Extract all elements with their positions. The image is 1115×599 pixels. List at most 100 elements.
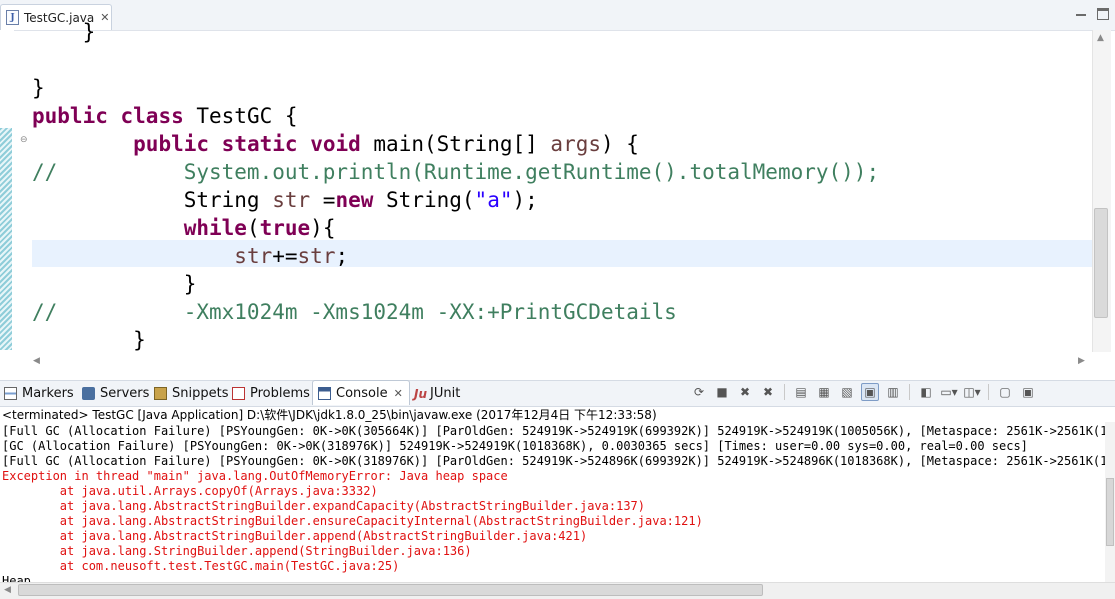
terminate-icon[interactable]: ■ — [713, 383, 731, 401]
remove-launches-icon[interactable]: ⟳ — [690, 383, 708, 401]
code-token: // System.out.println(Runtime.getRuntime… — [32, 160, 880, 184]
console-error-line: at java.lang.StringBuilder.append(String… — [2, 544, 472, 558]
code-line[interactable] — [32, 46, 879, 74]
code-token: ){ — [310, 216, 336, 240]
console-output[interactable]: [Full GC (Allocation Failure) [PSYoungGe… — [2, 424, 1105, 589]
code-line[interactable]: while(true){ — [32, 214, 879, 242]
code-line[interactable]: public static void main(String[] args) { — [32, 130, 879, 158]
tab-problems[interactable]: Problems — [232, 381, 310, 406]
code-token: true — [259, 216, 311, 240]
code-token: += — [272, 244, 298, 268]
remove-launch-icon[interactable]: ✖ — [736, 383, 754, 401]
java-file-icon: J — [6, 10, 19, 25]
scroll-lock-icon[interactable]: ▤ — [792, 383, 810, 401]
console-error-line: at java.lang.AbstractStringBuilder.ensur… — [2, 514, 703, 528]
code-token: public — [133, 132, 210, 156]
code-token: "a" — [474, 188, 513, 212]
scroll-up-icon[interactable]: ▲ — [1097, 33, 1104, 43]
remove-all-terminated-icon[interactable]: ✖ — [759, 383, 777, 401]
tab-console[interactable]: Console ✕ — [312, 380, 410, 405]
change-marker-stripe — [0, 128, 12, 350]
code-token: } — [32, 76, 45, 100]
maximize-icon[interactable]: ▣ — [1019, 383, 1037, 401]
editor-horizontal-scrollbar[interactable] — [30, 352, 1092, 372]
console-output-line: [GC (Allocation Failure) [PSYoungGen: 0K… — [2, 439, 1028, 453]
code-token: static — [221, 132, 298, 156]
console-error-line: at com.neusoft.test.TestGC.main(TestGC.j… — [2, 559, 400, 573]
open-console-icon[interactable]: ◫▾ — [963, 383, 981, 401]
toolbar-separator — [909, 384, 910, 400]
console-scroll-thumb[interactable] — [1106, 478, 1114, 546]
minimize-icon[interactable]: ▢ — [996, 383, 1014, 401]
code-token: ); — [512, 188, 538, 212]
code-token: str — [272, 188, 311, 212]
code-token: TestGC { — [183, 104, 298, 128]
code-token: ; — [335, 244, 349, 268]
code-token: new — [335, 188, 374, 212]
console-launch-status: <terminated> TestGC [Java Application] D… — [2, 408, 657, 422]
maximize-icon[interactable] — [1097, 8, 1109, 20]
fold-collapse-icon[interactable]: ⊖ — [20, 135, 28, 145]
code-token: String( — [373, 188, 475, 212]
word-wrap-icon[interactable]: ▦ — [815, 383, 833, 401]
code-token: while — [183, 216, 247, 240]
minimize-icon[interactable] — [1075, 8, 1087, 20]
pin-console-icon[interactable]: ◧ — [917, 383, 935, 401]
code-token: args — [550, 132, 601, 156]
problems-icon — [232, 387, 245, 400]
code-editor[interactable]: }} public class TestGC { public static vo… — [32, 18, 879, 354]
console-error-line: Exception in thread "main" java.lang.Out… — [2, 469, 508, 483]
editor-window-controls — [1075, 8, 1109, 20]
console-error-line: at java.util.Arrays.copyOf(Arrays.java:3… — [2, 484, 378, 498]
code-line[interactable]: } — [32, 270, 879, 298]
show-console-on-output-icon[interactable]: ▣ — [861, 383, 879, 401]
code-token: ) { — [601, 132, 639, 156]
servers-icon — [82, 387, 95, 400]
code-line[interactable]: // -Xmx1024m -Xms1024m -XX:+PrintGCDetai… — [32, 298, 879, 326]
junit-icon: Ju — [414, 386, 428, 401]
code-line[interactable]: // System.out.println(Runtime.getRuntime… — [32, 158, 879, 186]
code-token: ( — [246, 216, 260, 240]
markers-icon — [4, 387, 17, 400]
editor-scroll-thumb[interactable] — [1094, 208, 1108, 318]
console-error-line: at java.lang.AbstractStringBuilder.expan… — [2, 499, 645, 513]
code-line[interactable]: } — [32, 74, 879, 102]
code-token: public — [32, 104, 108, 128]
snippets-icon — [154, 387, 167, 400]
close-icon[interactable]: ✕ — [394, 387, 403, 400]
toolbar-separator — [988, 384, 989, 400]
tab-snippets[interactable]: Snippets — [154, 381, 228, 406]
console-output-line: [Full GC (Allocation Failure) [PSYoungGe… — [2, 424, 1105, 438]
code-token: void — [310, 132, 361, 156]
show-console-on-error-icon[interactable]: ▥ — [884, 383, 902, 401]
display-selected-console-icon[interactable]: ▭▾ — [940, 383, 958, 401]
code-token: } — [32, 272, 197, 296]
console-output-line: [Full GC (Allocation Failure) [PSYoungGe… — [2, 454, 1105, 468]
code-line[interactable]: } — [32, 326, 879, 354]
console-error-line: at java.lang.AbstractStringBuilder.appen… — [2, 529, 588, 543]
console-icon — [318, 386, 331, 400]
console-hscroll-thumb[interactable] — [18, 584, 763, 596]
code-line[interactable]: } — [32, 18, 879, 46]
scroll-left-icon[interactable]: ◀ — [33, 356, 40, 366]
code-token: String — [32, 188, 273, 212]
clear-console-icon[interactable]: ▧ — [838, 383, 856, 401]
tab-markers[interactable]: Markers — [4, 381, 74, 406]
tab-servers[interactable]: Servers — [82, 381, 149, 406]
code-line[interactable]: String str =new String("a"); — [32, 186, 879, 214]
code-token: class — [120, 104, 184, 128]
code-line[interactable]: public class TestGC { — [32, 102, 879, 130]
code-token: } — [32, 20, 96, 44]
tab-junit[interactable]: Ju JUnit — [414, 381, 460, 406]
code-line[interactable]: str+=str; — [32, 242, 879, 270]
code-token: = — [310, 188, 336, 212]
code-token: str — [297, 244, 336, 268]
scroll-left-icon[interactable]: ◀ — [4, 585, 11, 595]
scroll-right-icon[interactable]: ▶ — [1078, 356, 1085, 366]
